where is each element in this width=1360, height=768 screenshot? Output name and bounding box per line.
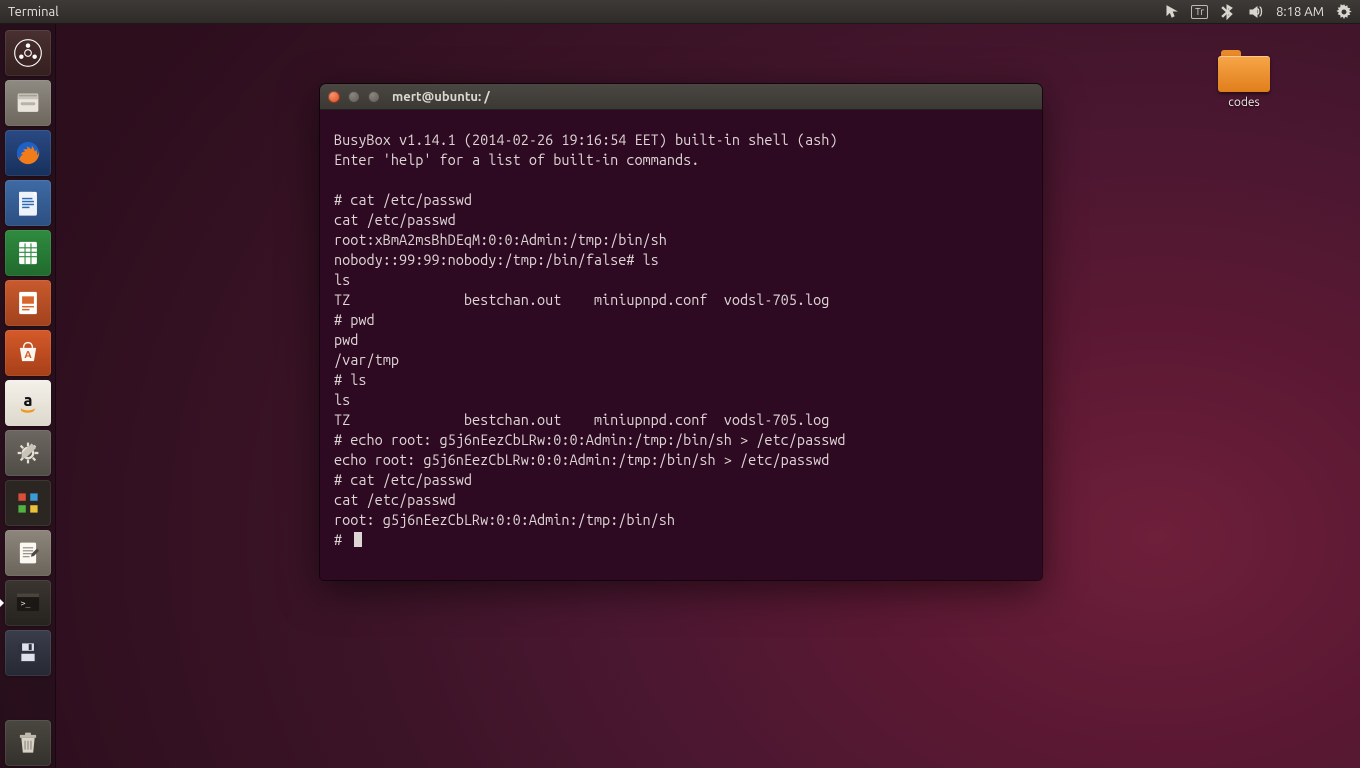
- window-title: mert@ubuntu: /: [392, 90, 490, 104]
- launcher-impress[interactable]: [5, 280, 51, 326]
- svg-text:>_: >_: [20, 598, 30, 608]
- launcher-settings[interactable]: [5, 430, 51, 476]
- unity-launcher: A a >_: [0, 24, 56, 768]
- folder-icon: [1218, 50, 1270, 92]
- terminal-cursor: [354, 532, 362, 547]
- launcher-app-grid[interactable]: [5, 480, 51, 526]
- launcher-text-editor[interactable]: [5, 530, 51, 576]
- launcher-files[interactable]: [5, 80, 51, 126]
- svg-text:A: A: [24, 348, 32, 360]
- launcher-writer[interactable]: [5, 180, 51, 226]
- top-panel: Terminal Tr 8:18 AM: [0, 0, 1360, 24]
- keyboard-layout-indicator[interactable]: Tr: [1191, 5, 1208, 19]
- window-close-button[interactable]: [328, 91, 340, 103]
- desktop-folder-codes[interactable]: codes: [1218, 50, 1270, 109]
- launcher-terminal[interactable]: >_: [5, 580, 51, 626]
- bluetooth-icon[interactable]: [1220, 4, 1236, 20]
- launcher-save-disk[interactable]: [5, 630, 51, 676]
- system-menu-icon[interactable]: [1336, 4, 1352, 20]
- network-icon[interactable]: [1163, 4, 1179, 20]
- launcher-amazon[interactable]: a: [5, 380, 51, 426]
- terminal-window[interactable]: mert@ubuntu: / BusyBox v1.14.1 (2014-02-…: [320, 84, 1042, 580]
- svg-text:a: a: [23, 392, 32, 410]
- launcher-firefox[interactable]: [5, 130, 51, 176]
- launcher-dash[interactable]: [5, 30, 51, 76]
- window-minimize-button[interactable]: [348, 91, 360, 103]
- active-app-label[interactable]: Terminal: [8, 5, 59, 19]
- volume-icon[interactable]: [1248, 4, 1264, 20]
- window-titlebar[interactable]: mert@ubuntu: /: [320, 84, 1042, 110]
- launcher-trash[interactable]: [5, 720, 51, 766]
- desktop-folder-label: codes: [1228, 96, 1259, 109]
- window-maximize-button[interactable]: [368, 91, 380, 103]
- launcher-software-center[interactable]: A: [5, 330, 51, 376]
- launcher-calc[interactable]: [5, 230, 51, 276]
- terminal-output[interactable]: BusyBox v1.14.1 (2014-02-26 19:16:54 EET…: [320, 110, 1042, 580]
- clock[interactable]: 8:18 AM: [1276, 5, 1324, 19]
